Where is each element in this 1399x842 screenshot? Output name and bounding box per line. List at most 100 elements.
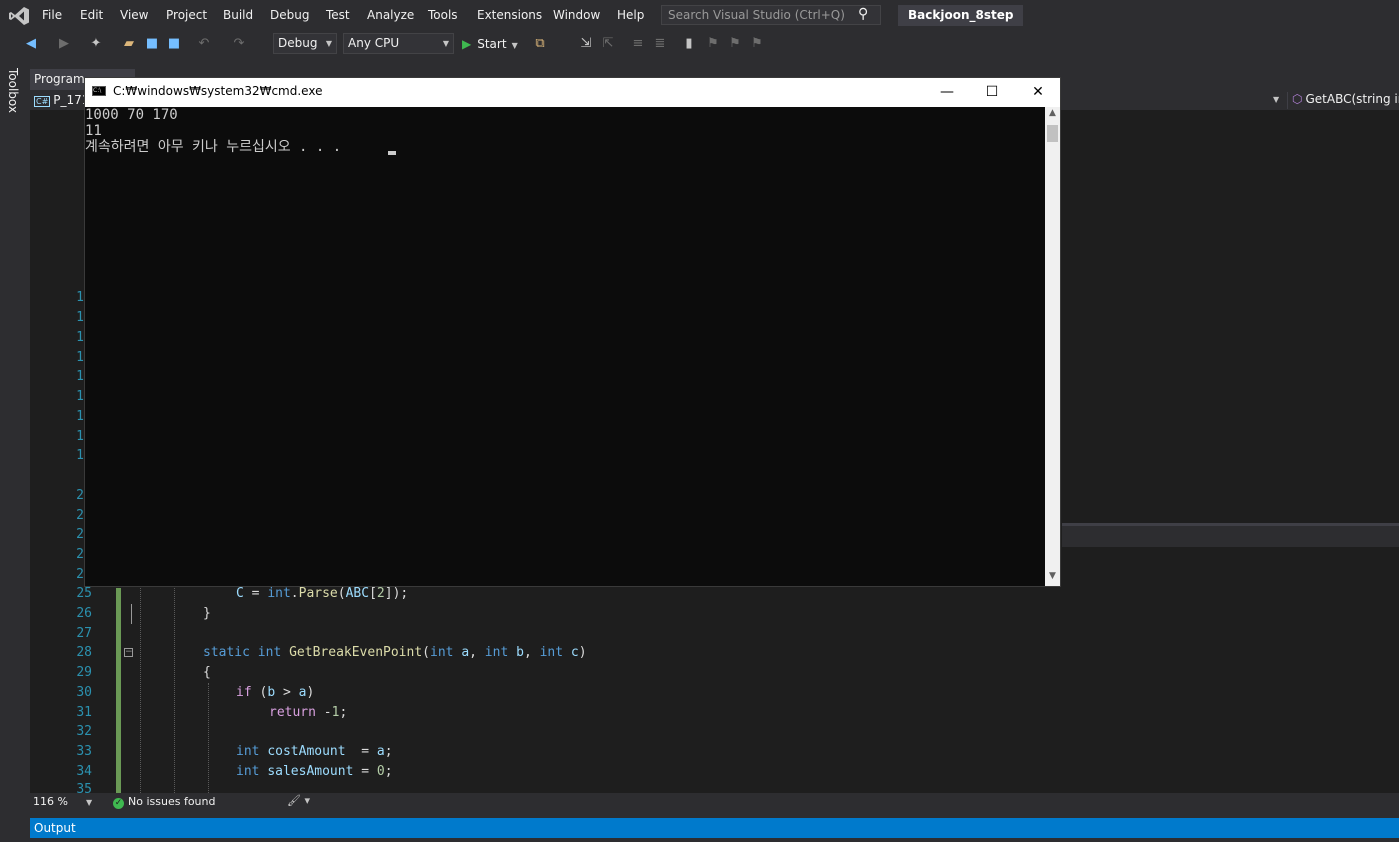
code-token: Parse — [298, 586, 338, 601]
toolbox-tab[interactable]: Toolbox — [6, 68, 20, 113]
zoom-dropdown[interactable]: 116 % ▼ — [33, 795, 92, 808]
next-bookmark-icon[interactable]: ⚑ — [727, 36, 743, 52]
indent-guide — [140, 588, 141, 793]
line-number: 35 — [76, 782, 92, 793]
configuration-select[interactable]: Debug ▼ — [273, 33, 337, 54]
chevron-down-icon[interactable]: ▼ — [1273, 95, 1279, 104]
chevron-down-icon: ▼ — [511, 41, 518, 50]
cmd-scrollbar[interactable] — [1045, 107, 1060, 586]
code-line-29: { — [203, 665, 211, 680]
navigate-forward-icon[interactable]: ▶ — [56, 36, 72, 52]
menu-window[interactable]: Window — [553, 8, 600, 22]
menu-view[interactable]: View — [120, 8, 148, 22]
configuration-value: Debug — [278, 36, 318, 50]
code-token: b — [267, 685, 276, 700]
indent-guide — [208, 683, 209, 793]
browser-link-icon[interactable]: ⧉ — [532, 36, 548, 52]
line-number: 28 — [76, 645, 92, 660]
code-token: int — [236, 744, 260, 759]
cmd-title: C:₩windows₩system32₩cmd.exe — [113, 84, 323, 98]
search-icon[interactable]: ⚲ — [858, 6, 874, 22]
code-token: ( — [337, 586, 346, 601]
menu-build[interactable]: Build — [223, 8, 253, 22]
menu-tools[interactable]: Tools — [428, 8, 458, 22]
navigate-back-icon[interactable]: ◀ — [23, 36, 39, 52]
start-button[interactable]: ▶ Start ▼ — [462, 34, 518, 54]
open-folder-icon[interactable]: ▰ — [121, 36, 137, 52]
comment-icon[interactable]: ≡ — [630, 36, 646, 52]
scroll-up-icon[interactable]: ▲ — [1045, 108, 1060, 122]
code-line-31: return -1; — [269, 703, 347, 723]
clear-bookmarks-icon[interactable]: ⚑ — [749, 36, 765, 52]
member-name: GetABC(string inp — [1305, 92, 1399, 106]
menu-edit[interactable]: Edit — [80, 8, 103, 22]
visual-studio-logo-icon — [9, 7, 29, 25]
line-number: 1 — [76, 429, 84, 444]
code-token: 2 — [376, 586, 385, 601]
uncomment-icon[interactable]: ≣ — [652, 36, 668, 52]
code-cleanup-icon[interactable]: 🖌 ▾ — [287, 794, 310, 807]
issues-indicator[interactable]: ✓ No issues found — [113, 795, 215, 809]
code-token: = — [353, 764, 377, 779]
search-input[interactable]: Search Visual Studio (Ctrl+Q) — [661, 5, 881, 25]
code-token: ); — [392, 586, 409, 601]
prev-bookmark-icon[interactable]: ⚑ — [705, 36, 721, 52]
save-all-icon[interactable]: ■ — [166, 36, 182, 52]
bookmark-icon[interactable]: ▮ — [681, 36, 697, 52]
line-number: 1 — [76, 310, 84, 325]
code-token: C — [236, 586, 244, 601]
close-button[interactable]: ✕ — [1015, 78, 1061, 107]
line-number: 2 — [76, 527, 84, 542]
solution-name: Backjoon_8step — [898, 5, 1024, 26]
platform-value: Any CPU — [348, 36, 400, 50]
code-line-30: if (b > a) — [236, 683, 314, 703]
menu-help[interactable]: Help — [617, 8, 644, 22]
line-number: 29 — [76, 665, 92, 680]
menu-project[interactable]: Project — [166, 8, 207, 22]
chevron-down-icon: ▼ — [442, 39, 449, 48]
code-token: GetBreakEvenPoint — [289, 645, 423, 660]
console-output[interactable] — [85, 107, 1045, 586]
code-token: ; — [384, 764, 393, 779]
menu-analyze[interactable]: Analyze — [367, 8, 414, 22]
line-number: 2 — [76, 508, 84, 523]
editor-status-bar — [30, 793, 1399, 811]
code-token: b — [516, 645, 524, 660]
line-number: 34 — [76, 764, 92, 779]
code-token: ; — [339, 705, 348, 720]
menu-file[interactable]: File — [42, 8, 62, 22]
output-panel-tab[interactable] — [30, 818, 1399, 838]
scrollbar-thumb[interactable] — [1047, 125, 1058, 142]
issues-text: No issues found — [128, 795, 216, 808]
member-dropdown[interactable]: ⬡GetABC(string inp — [1287, 92, 1399, 109]
code-token: static — [203, 645, 250, 660]
console-line: 계속하려면 아무 키나 누르십시오 . . . — [85, 139, 342, 155]
menu-debug[interactable]: Debug — [270, 8, 309, 22]
step-over-icon[interactable]: ⇱ — [600, 36, 616, 52]
code-token: ABC — [345, 586, 370, 601]
scroll-down-icon[interactable]: ▼ — [1045, 571, 1060, 585]
redo-icon[interactable]: ↷ — [231, 36, 247, 52]
minimize-button[interactable]: — — [924, 78, 970, 107]
code-token: [ — [369, 586, 377, 601]
output-label: Output — [34, 821, 76, 835]
code-token: ) — [578, 645, 587, 660]
step-into-icon[interactable]: ⇲ — [578, 36, 594, 52]
cmd-icon: C:\ — [92, 86, 106, 96]
menu-test[interactable]: Test — [326, 8, 350, 22]
toolbox-panel — [0, 60, 30, 820]
code-token: = — [243, 586, 268, 601]
code-token: int — [236, 764, 260, 779]
collapse-icon[interactable]: − — [124, 648, 133, 657]
undo-icon[interactable]: ↶ — [196, 36, 212, 52]
new-project-icon[interactable]: ✦ — [88, 36, 104, 52]
menu-extensions[interactable]: Extensions — [477, 8, 542, 22]
save-icon[interactable]: ■ — [144, 36, 160, 52]
platform-select[interactable]: Any CPU ▼ — [343, 33, 454, 54]
project-dropdown[interactable]: C# P_171 — [34, 93, 89, 107]
csharp-icon: C# — [34, 96, 51, 107]
chevron-down-icon: ▼ — [85, 798, 93, 807]
code-token: a — [376, 744, 385, 759]
code-token: int — [267, 586, 291, 601]
maximize-button[interactable]: ☐ — [969, 78, 1015, 107]
